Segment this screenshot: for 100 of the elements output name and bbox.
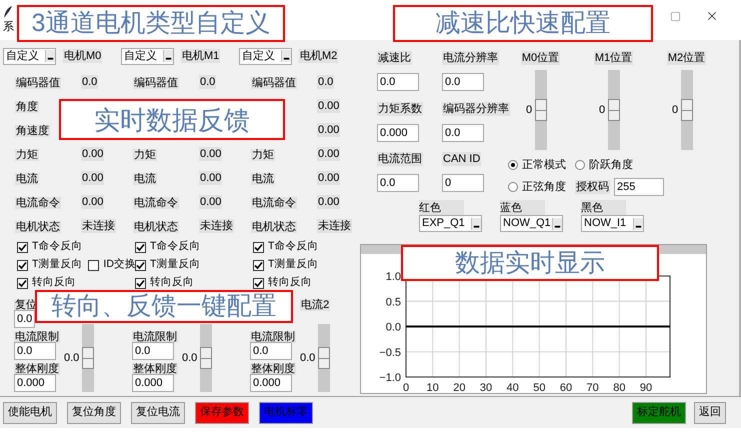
input-field[interactable]: 0.000	[377, 124, 419, 142]
checkbox[interactable]	[17, 242, 28, 252]
slider-reading: 0	[526, 102, 532, 118]
checkbox[interactable]	[253, 278, 264, 288]
caret-icon	[471, 218, 481, 230]
field-label: 授权码	[575, 180, 610, 194]
maximize-icon[interactable]	[670, 10, 681, 22]
field-label: 电机状态	[133, 221, 179, 233]
radio-button[interactable]	[508, 182, 518, 192]
checkbox[interactable]	[135, 260, 146, 270]
value-text: 0.00	[317, 171, 340, 185]
checkbox[interactable]	[135, 278, 146, 288]
value-text: 0.0	[81, 75, 98, 89]
input-field[interactable]: 0.000	[132, 374, 174, 392]
radio-label: 正弦角度	[522, 180, 566, 195]
input-field[interactable]: 0.0	[14, 342, 56, 360]
input-field[interactable]: 0.000	[14, 374, 56, 392]
close-icon[interactable]	[705, 9, 719, 23]
slider-track[interactable]	[681, 70, 694, 150]
dropdown[interactable]: 自定义	[239, 48, 292, 64]
checkbox[interactable]	[253, 260, 264, 270]
slider-reading: 0	[672, 102, 678, 118]
slider-thumb[interactable]	[681, 99, 694, 121]
input-field[interactable]: 0	[442, 174, 484, 192]
value-text: 未连接	[81, 219, 116, 233]
field-label: 电流命令	[251, 197, 297, 209]
y-tick-label: 0.5	[386, 296, 401, 308]
slider-reading: 0.0	[300, 350, 316, 366]
caret-icon	[45, 50, 55, 62]
field-label: 电流范围	[377, 152, 423, 166]
field-label: 电流限制	[14, 331, 60, 343]
y-tick-label: 0.0	[386, 322, 401, 334]
value-text: 0.00	[81, 147, 104, 161]
action-button[interactable]: 保存参数	[195, 402, 249, 424]
window-title: 系	[3, 20, 14, 34]
input-field[interactable]: 0.0	[250, 342, 292, 360]
dropdown[interactable]: 自定义	[3, 48, 56, 64]
action-button[interactable]: 使能电机	[3, 402, 57, 424]
input-field[interactable]: 0.0	[14, 310, 35, 328]
value-text: 0.00	[81, 171, 104, 185]
slider-thumb[interactable]	[608, 99, 620, 121]
slider-thumb[interactable]	[82, 347, 94, 369]
input-field[interactable]: 0.0	[377, 73, 419, 91]
annotation-callout: 减速比快速配置	[393, 5, 653, 42]
dropdown[interactable]: NOW_I1	[581, 215, 644, 232]
motor-label: 电机M0	[63, 49, 102, 63]
field-label: 整体刚度	[132, 363, 178, 375]
slider-thumb[interactable]	[318, 347, 330, 369]
checkbox[interactable]	[88, 260, 100, 270]
value-text: 0.0	[199, 75, 216, 89]
dropdown[interactable]: EXP_Q1	[419, 215, 482, 232]
slider-reading: 0.0	[182, 350, 198, 366]
action-button[interactable]: 复位电流	[131, 402, 185, 424]
action-button[interactable]: 返回	[694, 402, 726, 424]
y-tick-label: 1.0	[386, 271, 401, 283]
motor-label: 电机M1	[181, 49, 220, 63]
slider-thumb[interactable]	[200, 347, 212, 369]
value-text: 0.00	[317, 123, 340, 137]
value-text: 0.00	[317, 147, 340, 161]
action-button[interactable]: 复位角度	[67, 402, 121, 424]
input-field[interactable]: 0.0	[442, 124, 484, 142]
field-label: 编码器值	[133, 77, 179, 89]
checkbox-label: T命令反向	[150, 239, 200, 254]
x-tick-label: 90	[640, 382, 652, 393]
checkbox[interactable]	[253, 242, 264, 252]
input-field[interactable]: 0.0	[377, 174, 419, 192]
field-label: 力矩	[251, 149, 275, 161]
caret-icon	[163, 50, 173, 62]
checkbox[interactable]	[17, 278, 28, 288]
checkbox[interactable]	[17, 260, 28, 270]
checkbox-label: T命令反向	[32, 239, 82, 254]
slider-track[interactable]	[318, 324, 330, 392]
slider-reading: 0	[598, 102, 606, 118]
input-field[interactable]: 255	[614, 178, 664, 196]
dropdown[interactable]: NOW_Q1	[500, 215, 563, 232]
input-field[interactable]: 0.000	[250, 374, 292, 392]
field-label: 力矩	[15, 149, 39, 161]
radio-label: 正常模式	[522, 158, 566, 173]
field-label: 电流限制	[250, 331, 296, 343]
slider-track[interactable]	[608, 70, 620, 150]
radio-button[interactable]	[575, 160, 585, 170]
slider-track[interactable]	[82, 324, 94, 392]
slider-thumb[interactable]	[535, 99, 548, 121]
action-button[interactable]: 标定舵机	[632, 402, 686, 424]
value-text: 0.00	[317, 195, 340, 209]
field-label: 整体刚度	[250, 363, 296, 375]
input-field[interactable]: 0.0	[132, 342, 174, 360]
checkbox[interactable]	[135, 242, 146, 252]
value-text: 0.00	[81, 195, 104, 209]
slider-track[interactable]	[200, 324, 212, 392]
feather-icon	[3, 6, 13, 18]
dropdown[interactable]: 自定义	[121, 48, 174, 64]
slider-label: M0位置	[520, 51, 560, 65]
checkbox-label: 转向反向	[150, 275, 194, 290]
x-tick-label: 80	[613, 382, 626, 393]
x-tick-label: 10	[426, 382, 439, 393]
radio-button[interactable]	[508, 160, 518, 170]
annotation-callout: 数据实时显示	[401, 245, 659, 281]
slider-track[interactable]	[535, 70, 548, 150]
input-field[interactable]: 0.0	[442, 73, 484, 91]
